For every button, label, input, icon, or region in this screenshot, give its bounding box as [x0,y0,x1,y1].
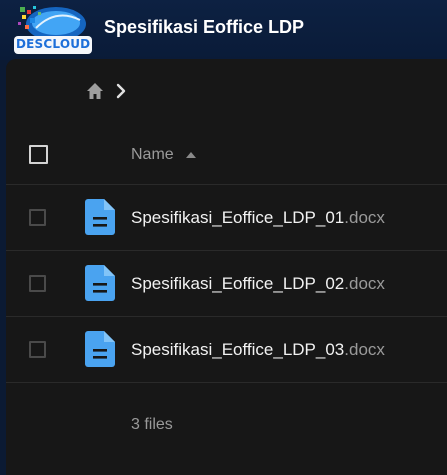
file-extension: .docx [344,340,385,359]
logo-text-des: DES [16,37,44,51]
row-checkbox[interactable] [29,209,46,226]
table-row[interactable]: Spesifikasi_Eoffice_LDP_01.docx [6,185,447,251]
row-checkbox[interactable] [29,275,46,292]
table-row[interactable]: Spesifikasi_Eoffice_LDP_02.docx [6,251,447,317]
file-extension: .docx [344,274,385,293]
column-header-name-label: Name [131,146,174,163]
document-icon [85,265,115,301]
column-header-name[interactable]: Name [131,146,196,164]
document-icon [85,331,115,367]
breadcrumb [85,81,128,101]
logo-text: DESCLOUD [16,37,90,51]
select-all-checkbox[interactable] [29,145,48,164]
file-name[interactable]: Spesifikasi_Eoffice_LDP_03.docx [131,340,385,360]
app-title: Spesifikasi Eoffice LDP [104,17,305,37]
table-header-row: Name [6,121,447,185]
app-header: DESCLOUD Spesifikasi Eoffice LDP [0,0,447,60]
row-checkbox[interactable] [29,341,46,358]
file-name[interactable]: Spesifikasi_Eoffice_LDP_02.docx [131,274,385,294]
descloud-logo[interactable]: DESCLOUD [14,4,92,56]
file-basename: Spesifikasi_Eoffice_LDP_03 [131,340,345,359]
file-name[interactable]: Spesifikasi_Eoffice_LDP_01.docx [131,208,385,228]
file-basename: Spesifikasi_Eoffice_LDP_01 [131,208,345,227]
logo-text-cloud: CLOUD [43,37,91,51]
table-row[interactable]: Spesifikasi_Eoffice_LDP_03.docx [6,317,447,383]
chevron-right-icon [116,83,126,99]
sort-ascending-icon [185,152,196,158]
document-icon [85,199,115,235]
home-icon[interactable] [85,81,105,101]
file-extension: .docx [344,208,385,227]
file-count-summary: 3 files [131,416,173,433]
file-list-panel: Name Spesifikasi_Eoffice_LDP_01.docx Spe… [6,59,447,475]
file-basename: Spesifikasi_Eoffice_LDP_02 [131,274,345,293]
